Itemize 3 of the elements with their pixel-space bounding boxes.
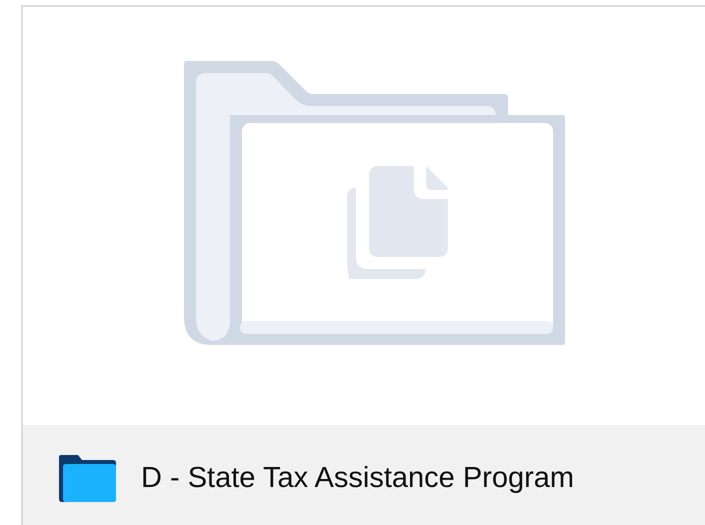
folder-name: D - State Tax Assistance Program xyxy=(141,461,574,496)
folder-icon xyxy=(59,455,116,502)
folder-card[interactable]: D - State Tax Assistance Program xyxy=(21,5,705,525)
